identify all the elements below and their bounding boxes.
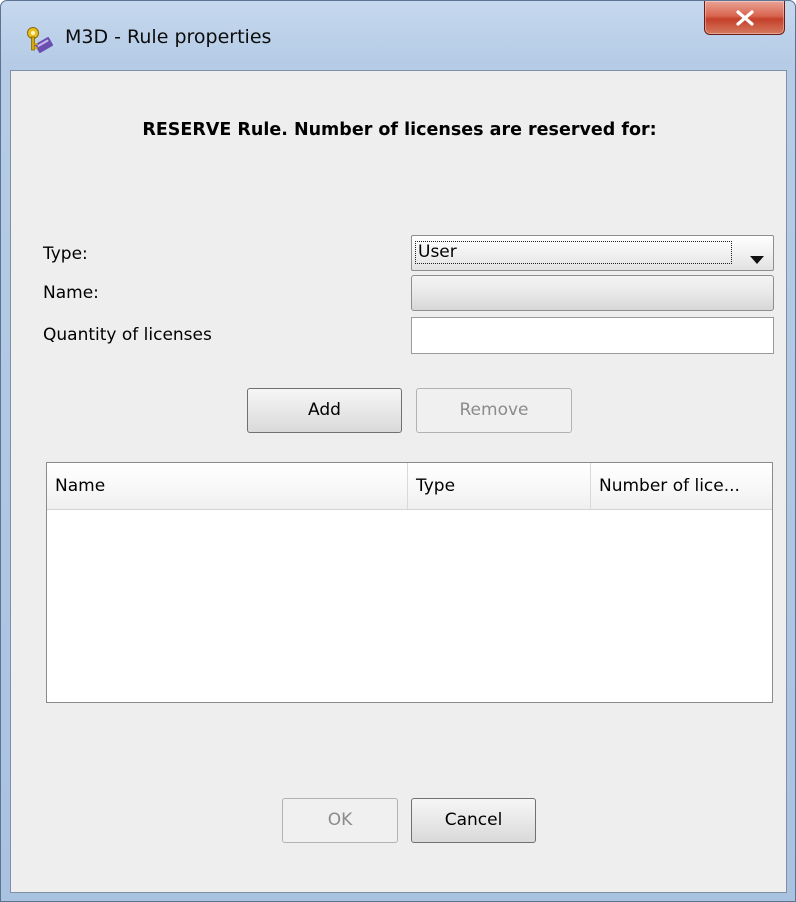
window-title: M3D - Rule properties [65,26,272,48]
reserve-table[interactable]: Name Type Number of lice... [46,462,773,703]
table-body[interactable] [47,510,772,702]
column-header-name[interactable]: Name [47,463,407,509]
chevron-down-icon [750,250,764,270]
type-dropdown-value: User [415,241,732,264]
ok-button[interactable]: OK [282,798,398,843]
type-label: Type: [43,244,88,264]
column-header-number[interactable]: Number of lice... [590,463,772,509]
close-button[interactable] [704,1,785,35]
quantity-label: Quantity of licenses [43,325,212,345]
remove-button[interactable]: Remove [416,388,572,433]
rule-heading: RESERVE Rule. Number of licenses are res… [142,120,657,140]
name-label: Name: [43,283,99,303]
cancel-button[interactable]: Cancel [411,798,536,843]
name-select-button[interactable] [411,275,774,311]
dialog-body: RESERVE Rule. Number of licenses are res… [10,70,787,893]
quantity-input[interactable] [411,317,774,354]
key-ruler-app-icon [25,26,54,54]
title-bar[interactable]: M3D - Rule properties [1,1,796,71]
add-button[interactable]: Add [247,388,402,433]
type-dropdown[interactable]: User [411,235,774,271]
column-header-type[interactable]: Type [407,463,590,509]
dialog-window: M3D - Rule properties RESERVE Rule. Numb… [0,0,796,902]
table-header: Name Type Number of lice... [47,463,772,510]
